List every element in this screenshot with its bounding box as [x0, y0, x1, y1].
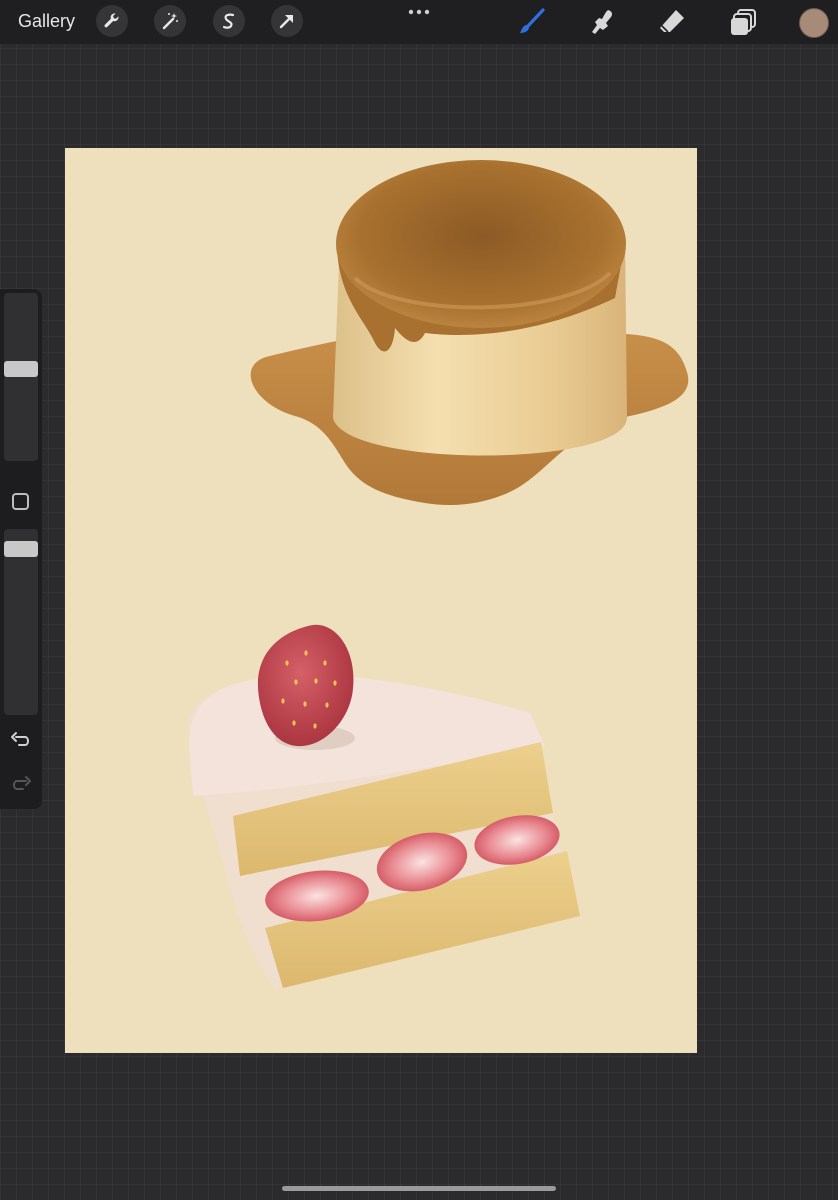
selection-s-icon [222, 13, 235, 29]
layers-tool-button[interactable] [727, 6, 759, 38]
opacity-thumb[interactable] [4, 541, 38, 557]
caramel-top [336, 160, 626, 328]
layers-icon [731, 9, 756, 35]
adjustments-button[interactable] [154, 5, 186, 37]
transform-button[interactable] [271, 5, 303, 37]
artwork [189, 160, 689, 988]
brush-tool-button[interactable] [516, 6, 548, 38]
brush-size-slider[interactable] [4, 293, 38, 461]
modify-button[interactable] [12, 493, 29, 510]
color-swatch-button[interactable] [799, 8, 829, 38]
redo-button[interactable] [10, 773, 32, 795]
drawing-canvas[interactable] [65, 148, 697, 1053]
pudding-illustration [250, 160, 689, 506]
selection-button[interactable] [213, 5, 245, 37]
undo-icon [11, 732, 29, 746]
more-options-button[interactable] [404, 2, 434, 22]
eraser-icon [660, 10, 684, 33]
actions-button[interactable] [96, 5, 128, 37]
transform-arrow-icon [279, 15, 293, 29]
undo-button[interactable] [10, 729, 32, 751]
redo-icon [13, 776, 31, 790]
brush-size-thumb[interactable] [4, 361, 38, 377]
wrench-icon [104, 13, 119, 28]
smudge-icon [592, 10, 612, 34]
home-indicator [282, 1186, 556, 1191]
sidebar [0, 289, 42, 809]
shortcake-illustration [189, 624, 580, 988]
gallery-button[interactable]: Gallery [18, 11, 75, 32]
more-dots-icon [408, 9, 430, 15]
eraser-tool-button[interactable] [656, 6, 688, 38]
opacity-slider[interactable] [4, 529, 38, 715]
brush-icon [520, 8, 545, 33]
smudge-tool-button[interactable] [586, 6, 618, 38]
magic-wand-icon [162, 13, 178, 30]
top-toolbar: Gallery [0, 0, 838, 44]
